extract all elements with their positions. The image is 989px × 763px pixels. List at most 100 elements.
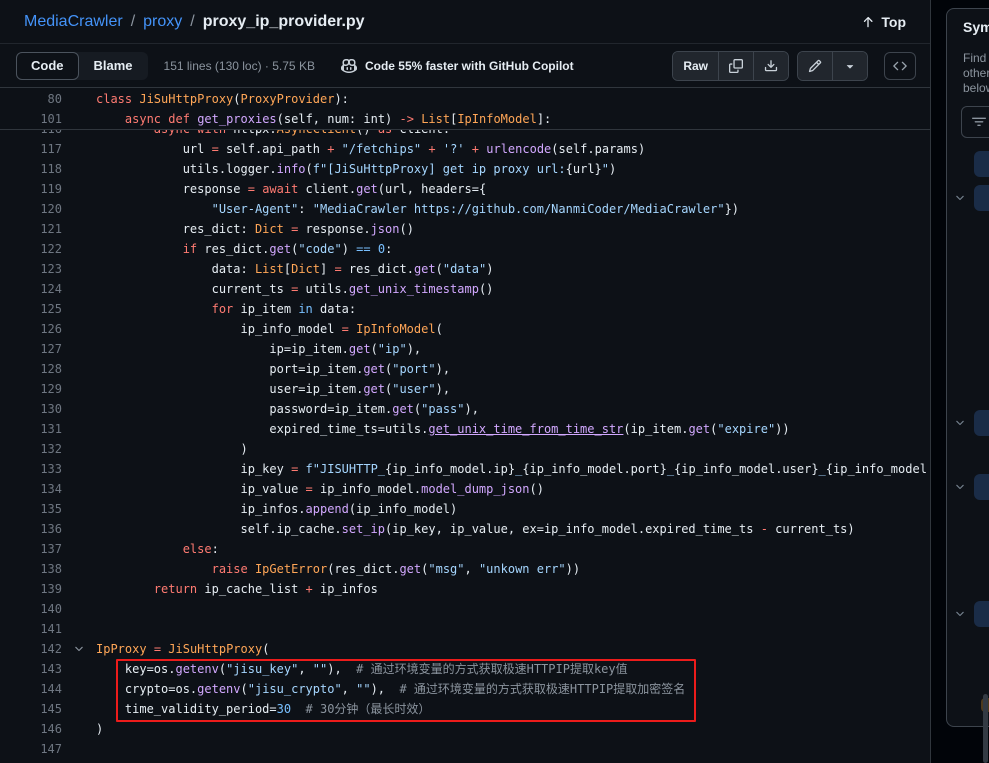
code-token: model_dump_json (421, 482, 529, 496)
code-text: crypto=os.getenv("jisu_crypto", ""), # 通… (96, 679, 930, 699)
line-number[interactable]: 126 (0, 319, 62, 339)
line-number[interactable]: 140 (0, 599, 62, 619)
tab-code[interactable]: Code (16, 52, 79, 80)
raw-button[interactable]: Raw (673, 52, 718, 80)
line-number[interactable]: 129 (0, 379, 62, 399)
line-number[interactable]: 131 (0, 419, 62, 439)
breadcrumb-repo-link[interactable]: MediaCrawler (24, 13, 123, 31)
line-number[interactable]: 80 (0, 89, 62, 109)
line-number[interactable]: 127 (0, 339, 62, 359)
code-token: ), (327, 662, 356, 676)
code-text: user=ip_item.get("user"), (96, 379, 930, 399)
line-number[interactable]: 101 (0, 109, 62, 129)
line-number[interactable]: 144 (0, 679, 62, 699)
chevron-down-icon[interactable] (954, 608, 966, 620)
line-number[interactable]: 139 (0, 579, 62, 599)
code-line-129: 129 user=ip_item.get("user"), (0, 379, 930, 399)
code-token: _ (667, 462, 674, 476)
code-token (96, 112, 125, 126)
symbol-item[interactable] (947, 474, 989, 500)
line-number[interactable]: 133 (0, 459, 62, 479)
line-number[interactable]: 136 (0, 519, 62, 539)
line-number[interactable]: 120 (0, 199, 62, 219)
line-number[interactable]: 135 (0, 499, 62, 519)
top-button[interactable]: Top (861, 14, 906, 30)
line-number[interactable]: 147 (0, 739, 62, 759)
code-token: {ip_info_model.port} (522, 462, 667, 476)
symbol-item[interactable] (947, 601, 989, 627)
code-token: "unkown err" (479, 562, 566, 576)
download-button[interactable] (753, 52, 788, 80)
code-token: ( (306, 162, 313, 176)
code-token: getenv (197, 682, 240, 696)
symbol-chip[interactable] (974, 474, 989, 500)
edit-dropdown-button[interactable] (832, 52, 867, 80)
tab-blame[interactable]: Blame (79, 52, 148, 80)
symbols-filter-input[interactable] (961, 106, 989, 138)
copy-icon (729, 59, 743, 73)
code-token: "data" (443, 262, 486, 276)
copilot-banner[interactable]: Code 55% faster with GitHub Copilot (341, 58, 574, 74)
code-line-130: 130 password=ip_item.get("pass"), (0, 399, 930, 419)
line-number[interactable]: 138 (0, 559, 62, 579)
symbol-link[interactable]: get_unix_time_from_time_str (428, 422, 623, 436)
code-token: () (399, 222, 413, 236)
edit-button[interactable] (798, 52, 832, 80)
chevron-down-icon[interactable] (954, 481, 966, 493)
line-number[interactable]: 125 (0, 299, 62, 319)
line-number[interactable]: 130 (0, 399, 62, 419)
code-token: self.ip_cache. (96, 522, 342, 536)
chevron-down-icon[interactable] (954, 192, 966, 204)
line-number[interactable]: 141 (0, 619, 62, 639)
code-token: expired_time_ts=utils. (96, 422, 428, 436)
code-token: Dict (291, 262, 320, 276)
code-token: = (248, 182, 255, 196)
scrollbar-thumb[interactable] (983, 694, 988, 763)
code-token (334, 142, 341, 156)
code-token: == (356, 242, 370, 256)
line-number[interactable]: 146 (0, 719, 62, 739)
code-token: (self, num: int) (277, 112, 400, 126)
symbol-chip[interactable] (974, 410, 989, 436)
code-token: {ip_info_model.ip} (385, 462, 515, 476)
code-line-119: 119 response = await client.get(url, hea… (0, 179, 930, 199)
line-number[interactable]: 132 (0, 439, 62, 459)
line-number[interactable]: 145 (0, 699, 62, 719)
line-number[interactable]: 124 (0, 279, 62, 299)
collapse-chevron-icon[interactable] (62, 643, 96, 655)
symbol-chip[interactable] (974, 601, 989, 627)
symbol-item[interactable] (947, 410, 989, 436)
copy-button[interactable] (718, 52, 753, 80)
line-number[interactable]: 143 (0, 659, 62, 679)
symbols-description: Find definitions and references for func… (963, 51, 989, 96)
code-token: await (262, 182, 298, 196)
line-number[interactable]: 122 (0, 239, 62, 259)
line-number[interactable]: 117 (0, 139, 62, 159)
chevron-down-icon[interactable] (954, 417, 966, 429)
code-token: json (371, 222, 400, 236)
code-token: ), (436, 362, 450, 376)
symbol-chip[interactable] (974, 185, 989, 211)
line-number[interactable]: 123 (0, 259, 62, 279)
code-token (284, 222, 291, 236)
line-number[interactable]: 121 (0, 219, 62, 239)
code-token (248, 562, 255, 576)
symbol-chip[interactable] (974, 151, 989, 177)
line-number[interactable]: 137 (0, 539, 62, 559)
symbols-toggle-button[interactable] (884, 52, 916, 80)
line-number[interactable]: 119 (0, 179, 62, 199)
symbol-item[interactable] (947, 185, 989, 211)
symbol-item[interactable] (947, 151, 989, 177)
code-token: "/fetchips" (342, 142, 421, 156)
line-number[interactable]: 118 (0, 159, 62, 179)
line-number[interactable]: 142 (0, 639, 62, 659)
code-token: user=ip_item. (96, 382, 363, 396)
download-icon (764, 59, 778, 73)
line-number[interactable]: 128 (0, 359, 62, 379)
code-token (291, 702, 305, 716)
code-token: )) (566, 562, 580, 576)
code-token: info (277, 162, 306, 176)
breadcrumb-folder-link[interactable]: proxy (143, 13, 182, 31)
code-token: [ (284, 262, 291, 276)
line-number[interactable]: 134 (0, 479, 62, 499)
